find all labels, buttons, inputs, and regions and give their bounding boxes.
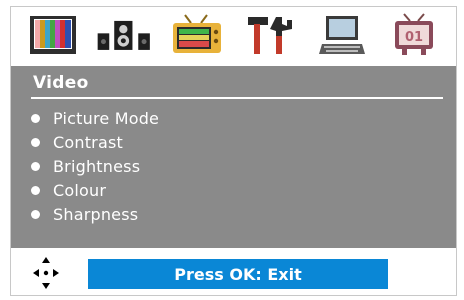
- title-divider: [31, 97, 443, 99]
- menu-item-label: Brightness: [53, 156, 141, 176]
- exit-label: Press OK: Exit: [174, 264, 302, 284]
- menu-item-contrast[interactable]: Contrast: [29, 130, 159, 154]
- computer-icon[interactable]: [313, 12, 371, 58]
- video-menu-panel: Video Picture Mode Contrast Brightness C…: [11, 66, 456, 248]
- bullet-icon: [31, 185, 40, 195]
- menu-item-picture-mode[interactable]: Picture Mode: [29, 106, 159, 130]
- menu-item-brightness[interactable]: Brightness: [29, 154, 159, 178]
- menu-item-sharpness[interactable]: Sharpness: [29, 202, 159, 226]
- tools-icon[interactable]: [241, 12, 299, 58]
- tv-icon[interactable]: [168, 12, 226, 58]
- channel-number: 01: [405, 30, 423, 45]
- bullet-icon: [31, 137, 40, 147]
- channel-tv-icon[interactable]: 01: [385, 12, 443, 58]
- osd-menu-window: 01 Video Picture Mode Contrast Brightnes…: [10, 6, 457, 296]
- menu-item-colour[interactable]: Colour: [29, 178, 159, 202]
- bullet-icon: [31, 209, 40, 219]
- directional-pad-icon: [31, 255, 61, 291]
- menu-title: Video: [33, 73, 89, 93]
- menu-item-label: Contrast: [53, 132, 123, 152]
- category-icon-bar: 01: [11, 7, 456, 63]
- video-menu-list: Picture Mode Contrast Brightness Colour …: [29, 106, 159, 226]
- menu-item-label: Colour: [53, 180, 107, 200]
- menu-item-label: Sharpness: [53, 204, 139, 224]
- bullet-icon: [31, 113, 40, 123]
- audio-speakers-icon[interactable]: [96, 12, 154, 58]
- menu-item-label: Picture Mode: [53, 108, 160, 128]
- picture-icon[interactable]: [24, 12, 82, 58]
- bullet-icon: [31, 161, 40, 171]
- exit-hint-bar[interactable]: Press OK: Exit: [88, 259, 388, 289]
